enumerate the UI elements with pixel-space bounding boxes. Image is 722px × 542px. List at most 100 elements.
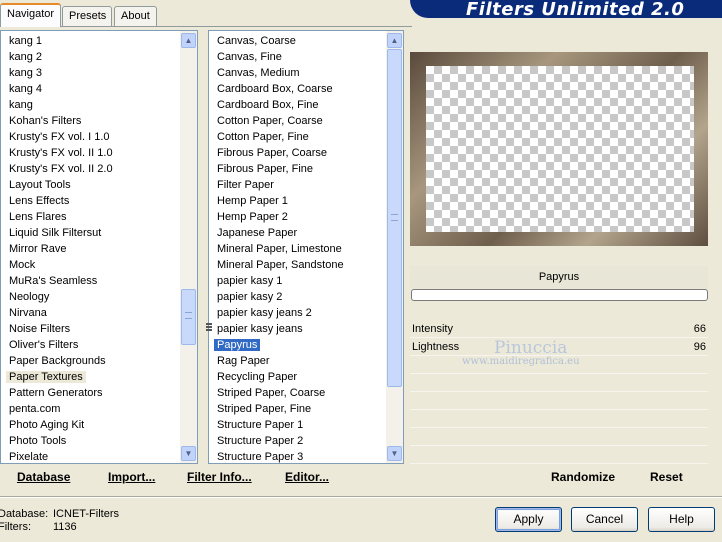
apply-button[interactable]: Apply: [495, 507, 562, 532]
list-item[interactable]: Japanese Paper: [209, 225, 385, 241]
list-item-label: Rag Paper: [217, 355, 270, 367]
randomize-button[interactable]: Randomize: [551, 470, 615, 484]
list-item[interactable]: kang: [1, 97, 179, 113]
reset-button[interactable]: Reset: [650, 470, 683, 484]
list-item[interactable]: Hemp Paper 2: [209, 209, 385, 225]
list-item[interactable]: Photo Tools: [1, 433, 179, 449]
database-button[interactable]: Database: [17, 470, 70, 484]
list-item[interactable]: Lens Effects: [1, 193, 179, 209]
list-item-label: Liquid Silk Filtersut: [9, 227, 102, 239]
list-item[interactable]: Krusty's FX vol. II 1.0: [1, 145, 179, 161]
scroll-down-icon[interactable]: ▼: [387, 446, 402, 461]
list-item[interactable]: Paper Textures: [1, 369, 179, 385]
list-item-label: Cotton Paper, Fine: [217, 131, 309, 143]
list-item[interactable]: Cotton Paper, Coarse: [209, 113, 385, 129]
list-item-label: Fibrous Paper, Coarse: [217, 147, 328, 159]
scroll-thumb[interactable]: [387, 49, 402, 387]
param-slot: [410, 410, 708, 428]
tab-navigator[interactable]: Navigator: [0, 3, 61, 27]
list-item[interactable]: Lens Flares: [1, 209, 179, 225]
param-slot: [410, 356, 708, 374]
import-button[interactable]: Import...: [108, 470, 155, 484]
list-item[interactable]: Mock: [1, 257, 179, 273]
list-item-label: kang 1: [9, 35, 43, 47]
list-item[interactable]: Rag Paper: [209, 353, 385, 369]
list-item[interactable]: kang 2: [1, 49, 179, 65]
help-button[interactable]: Help: [648, 507, 715, 532]
list-item[interactable]: Canvas, Medium: [209, 65, 385, 81]
list-item[interactable]: penta.com: [1, 401, 179, 417]
list-item[interactable]: Fibrous Paper, Coarse: [209, 145, 385, 161]
list-item[interactable]: Cardboard Box, Fine: [209, 97, 385, 113]
list-item[interactable]: Filter Paper: [209, 177, 385, 193]
list-item-label: Nirvana: [9, 307, 47, 319]
list-item[interactable]: Structure Paper 1: [209, 417, 385, 433]
grip-icon: [391, 214, 398, 221]
list-item-label: papier kasy 1: [217, 275, 283, 287]
list-item-label: Cardboard Box, Coarse: [217, 83, 333, 95]
list-item[interactable]: Cardboard Box, Coarse: [209, 81, 385, 97]
param-intensity[interactable]: Intensity 66: [410, 320, 708, 338]
list-item[interactable]: kang 1: [1, 33, 179, 49]
list-item-label: Mirror Rave: [9, 243, 67, 255]
list-item[interactable]: Recycling Paper: [209, 369, 385, 385]
list-item[interactable]: Pattern Generators: [1, 385, 179, 401]
list-item[interactable]: Pixelate: [1, 449, 179, 465]
category-scrollbar[interactable]: ▲ ▼: [180, 31, 197, 463]
list-item[interactable]: papier kasy jeans: [209, 321, 385, 337]
tab-about[interactable]: About: [114, 6, 157, 26]
list-item[interactable]: Neology: [1, 289, 179, 305]
list-item-label: kang: [9, 99, 33, 111]
list-item[interactable]: Layout Tools: [1, 177, 179, 193]
scroll-up-icon[interactable]: ▲: [181, 33, 196, 48]
list-item[interactable]: papier kasy 1: [209, 273, 385, 289]
list-item[interactable]: Mineral Paper, Limestone: [209, 241, 385, 257]
param-label: Intensity: [412, 323, 453, 335]
list-item[interactable]: Striped Paper, Fine: [209, 401, 385, 417]
title-banner: Filters Unlimited 2.0: [410, 0, 722, 18]
param-lightness[interactable]: Lightness 96: [410, 338, 708, 356]
editor-button[interactable]: Editor...: [285, 470, 329, 484]
list-item[interactable]: kang 4: [1, 81, 179, 97]
parameter-panel: Intensity 66 Lightness 96: [410, 320, 708, 464]
list-item[interactable]: Paper Backgrounds: [1, 353, 179, 369]
list-item[interactable]: Mirror Rave: [1, 241, 179, 257]
list-item[interactable]: Mineral Paper, Sandstone: [209, 257, 385, 273]
list-item-label: Mineral Paper, Sandstone: [217, 259, 344, 271]
list-item[interactable]: Papyrus: [209, 337, 385, 353]
list-item[interactable]: Cotton Paper, Fine: [209, 129, 385, 145]
list-item[interactable]: Striped Paper, Coarse: [209, 385, 385, 401]
list-item[interactable]: Canvas, Coarse: [209, 33, 385, 49]
list-item[interactable]: Kohan's Filters: [1, 113, 179, 129]
list-item[interactable]: Structure Paper 2: [209, 433, 385, 449]
list-item[interactable]: Krusty's FX vol. II 2.0: [1, 161, 179, 177]
cancel-button[interactable]: Cancel: [571, 507, 638, 532]
list-item[interactable]: Structure Paper 3: [209, 449, 385, 465]
list-item[interactable]: Canvas, Fine: [209, 49, 385, 65]
list-item-label: Noise Filters: [9, 323, 71, 335]
list-item[interactable]: Fibrous Paper, Fine: [209, 161, 385, 177]
list-item[interactable]: Liquid Silk Filtersut: [1, 225, 179, 241]
scroll-thumb[interactable]: [181, 289, 196, 345]
list-item[interactable]: MuRa's Seamless: [1, 273, 179, 289]
list-item-label: Neology: [9, 291, 50, 303]
filter-name-bar: Papyrus: [410, 266, 708, 288]
list-item[interactable]: Photo Aging Kit: [1, 417, 179, 433]
category-list[interactable]: kang 1 kang 2 kang 3 kang 4 kang Kohan's Filt…: [0, 30, 198, 464]
filter-info-button[interactable]: Filter Info...: [187, 470, 252, 484]
scroll-up-icon[interactable]: ▲: [387, 33, 402, 48]
list-item[interactable]: papier kasy 2: [209, 289, 385, 305]
list-item[interactable]: Noise Filters: [1, 321, 179, 337]
list-item[interactable]: Oliver's Filters: [1, 337, 179, 353]
list-item[interactable]: Krusty's FX vol. I 1.0: [1, 129, 179, 145]
list-item[interactable]: Hemp Paper 1: [209, 193, 385, 209]
list-item[interactable]: Nirvana: [1, 305, 179, 321]
list-item[interactable]: kang 3: [1, 65, 179, 81]
filter-name: Papyrus: [538, 271, 580, 283]
filter-scrollbar[interactable]: ▲ ▼: [386, 31, 403, 463]
list-item[interactable]: papier kasy jeans 2: [209, 305, 385, 321]
filter-list[interactable]: Canvas, Coarse Canvas, Fine Canvas, Medium…: [208, 30, 404, 464]
tab-presets[interactable]: Presets: [62, 6, 112, 26]
scroll-down-icon[interactable]: ▼: [181, 446, 196, 461]
list-item-label: Japanese Paper: [217, 227, 298, 239]
